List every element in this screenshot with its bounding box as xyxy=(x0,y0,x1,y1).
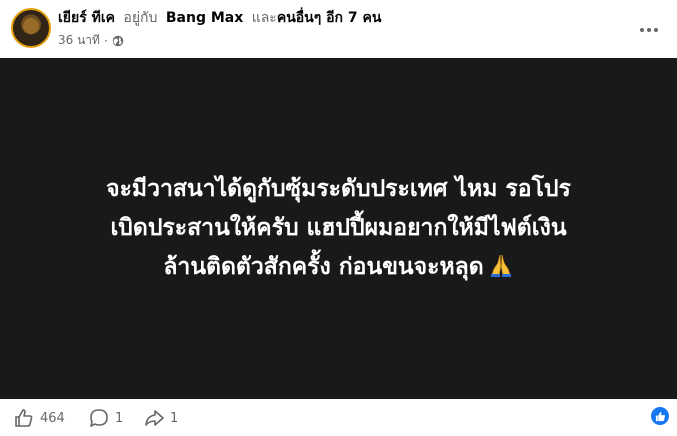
dot-icon xyxy=(640,28,644,32)
post-body: จะมีวาสนาได้ดูกับซุ้มระดับประเทศ ไหม รอโ… xyxy=(19,170,659,287)
with-label: อยู่กับ xyxy=(123,10,158,26)
comment-bubble-icon xyxy=(90,409,108,427)
post-body-line: เบิดประสานให้ครับ แฮปปี้ผมอยากให้มีไฟต์เ… xyxy=(110,215,567,241)
post-title-line: เยียร์ ทีเค อยู่กับ Bang Max และคนอื่นๆ … xyxy=(58,9,381,27)
avatar-image xyxy=(23,18,39,34)
post-meta: 36 นาที · xyxy=(58,31,124,50)
post-body-line-last: ล้านติดตัวสักครั้ง ก่อนขนจะหลุด xyxy=(19,248,659,287)
post-timestamp[interactable]: 36 นาที xyxy=(58,31,100,50)
post-body-line: ล้านติดตัวสักครั้ง ก่อนขนจะหลุด xyxy=(163,254,484,280)
like-button[interactable]: 464 xyxy=(14,408,65,428)
post-body-line: จะมีวาสนาได้ดูกับซุ้มระดับประเทศ ไหม รอโ… xyxy=(106,176,571,202)
meta-separator: · xyxy=(103,33,108,48)
globe-icon[interactable] xyxy=(112,35,124,47)
like-badge-icon[interactable] xyxy=(651,407,669,425)
post-header: เยียร์ ทีเค อยู่กับ Bang Max และคนอื่นๆ … xyxy=(0,0,677,58)
and-label: และ xyxy=(251,10,277,26)
post-actions-bar: 464 1 1 xyxy=(0,399,677,436)
dot-icon xyxy=(647,28,651,32)
folded-hands-icon xyxy=(490,254,511,277)
more-options-button[interactable] xyxy=(631,12,667,48)
share-count: 1 xyxy=(170,410,179,426)
share-arrow-icon xyxy=(145,410,164,426)
comment-button[interactable]: 1 xyxy=(89,408,123,428)
author-avatar[interactable] xyxy=(11,8,51,48)
dot-icon xyxy=(654,28,658,32)
share-button[interactable]: 1 xyxy=(144,408,178,428)
author-name[interactable]: เยียร์ ทีเค xyxy=(58,10,115,26)
tagged-others-link[interactable]: คนอื่นๆ อีก 7 คน xyxy=(277,10,382,26)
post-text-card[interactable]: จะมีวาสนาได้ดูกับซุ้มระดับประเทศ ไหม รอโ… xyxy=(0,58,677,399)
comment-count: 1 xyxy=(115,410,124,426)
like-count: 464 xyxy=(40,410,65,426)
thumbs-up-icon xyxy=(15,409,33,427)
thumbs-up-icon xyxy=(655,411,665,421)
tagged-person-name[interactable]: Bang Max xyxy=(166,10,243,26)
